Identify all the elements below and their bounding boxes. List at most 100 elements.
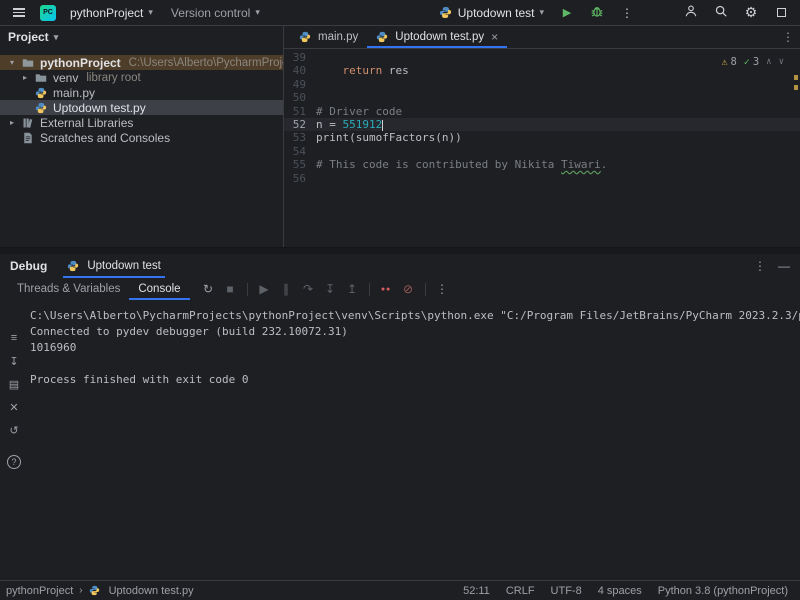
pause-icon[interactable]: ∥ (276, 280, 297, 298)
tree-item-scratches-and-consoles[interactable]: Scratches and Consoles (0, 130, 283, 145)
project-tool-window: Project ▾ ▾pythonProjectC:\Users\Alberto… (0, 26, 284, 247)
error-stripe-mark[interactable] (794, 75, 798, 80)
vcs-selector[interactable]: Version control ▾ (167, 3, 264, 23)
profile-button[interactable] (680, 3, 702, 23)
chevron-down-icon: ▾ (255, 7, 260, 18)
tool-window-options-button[interactable]: ⋮ (754, 259, 766, 273)
code-line[interactable]: 54 (284, 145, 800, 158)
tree-item-hint: library root (86, 72, 140, 84)
close-icon[interactable]: × (491, 30, 498, 44)
debug-button[interactable] (586, 3, 608, 23)
warnings-indicator: ⚠ 8 (721, 56, 736, 69)
console-line: 1016960 (30, 340, 800, 356)
step-out-icon[interactable]: ↥ (342, 280, 363, 298)
caret-position[interactable]: 52:11 (463, 585, 490, 597)
interpreter[interactable]: Python 3.8 (pythonProject) (658, 585, 788, 597)
main-menu-button[interactable] (8, 3, 30, 23)
file-encoding[interactable]: UTF-8 (551, 585, 582, 597)
tree-item-external-libraries[interactable]: ▸External Libraries (0, 115, 283, 130)
scroll-to-end-icon[interactable]: ↧ (5, 353, 23, 369)
hide-tool-window-button[interactable]: — (778, 259, 790, 273)
titlebar: PC pythonProject ▾ Version control ▾ Upt… (0, 0, 800, 26)
next-problem-button[interactable]: ∨ (779, 56, 784, 69)
code-line[interactable]: 56 (284, 172, 800, 185)
more-vertical-icon: ⋮ (754, 259, 766, 273)
code-line[interactable]: 53print(sumofFactors(n)) (284, 131, 800, 144)
breadcrumb: pythonProject › Uptodown test.py (6, 584, 194, 597)
breadcrumb-project[interactable]: pythonProject (6, 585, 73, 597)
step-over-icon[interactable]: ↷ (298, 280, 319, 298)
tab-console[interactable]: Console (129, 278, 189, 300)
code-editor[interactable]: 3940 return res495051# Driver code52n = … (284, 49, 800, 247)
python-file-icon (89, 584, 103, 597)
editor-tab-uptodown-test-py[interactable]: Uptodown test.py × (367, 26, 507, 48)
search-button[interactable] (710, 3, 732, 23)
code-line[interactable]: 51# Driver code (284, 105, 800, 118)
line-number: 52 (284, 118, 316, 131)
print-icon[interactable]: ▤ (5, 376, 23, 392)
chevron-right-icon[interactable]: ▸ (19, 73, 31, 82)
line-number: 50 (284, 91, 316, 104)
gear-icon: ⚙ (745, 4, 758, 21)
code-token: print(sumofFactors(n)) (316, 131, 462, 144)
breadcrumb-file[interactable]: Uptodown test.py (109, 585, 194, 597)
tree-item-label: main.py (53, 86, 95, 100)
tree-item-uptodown-test-py[interactable]: Uptodown test.py (0, 100, 283, 115)
clear-all-icon[interactable]: ✕ (5, 399, 23, 415)
python-file-icon (35, 86, 49, 99)
pycharm-logo-icon: PC (40, 5, 56, 21)
code-line[interactable]: 49 (284, 78, 800, 91)
help-icon[interactable]: ? (7, 455, 21, 469)
code-line[interactable]: 50 (284, 91, 800, 104)
inspections-widget[interactable]: ⚠ 8 ✓ 3 ∧ ∨ (721, 56, 784, 69)
run-config-selector[interactable]: Uptodown test ▾ (435, 3, 548, 23)
settings-button[interactable]: ⚙ (740, 3, 762, 23)
line-number: 51 (284, 105, 316, 118)
editor-tabbar: main.py Uptodown test.py × ⋮ (284, 26, 800, 49)
maximize-button[interactable] (770, 3, 792, 23)
tree-item-venv[interactable]: ▸venvlibrary root (0, 70, 283, 85)
error-stripe-mark[interactable] (794, 85, 798, 90)
passed-indicator: ✓ 3 (744, 56, 759, 69)
resume-icon[interactable]: ▶ (254, 280, 275, 298)
more-icon[interactable]: ⋮ (432, 280, 453, 298)
horizontal-splitter[interactable] (0, 247, 800, 254)
soft-wrap-icon[interactable]: ≡ (5, 330, 23, 346)
tab-options-button[interactable]: ⋮ (782, 30, 794, 44)
view-breakpoints-icon[interactable]: ●● (376, 280, 397, 298)
tree-item-main-py[interactable]: main.py (0, 85, 283, 100)
line-separator[interactable]: CRLF (506, 585, 535, 597)
console-output[interactable]: C:\Users\Alberto\PycharmProjects\pythonP… (28, 300, 800, 580)
chevron-down-icon[interactable]: ▾ (6, 58, 18, 67)
project-selector[interactable]: pythonProject ▾ (66, 3, 157, 23)
code-line[interactable]: 55# This code is contributed by Nikita T… (284, 158, 800, 171)
stop-icon[interactable]: ■ (220, 280, 241, 298)
prev-problem-button[interactable]: ∧ (766, 56, 771, 69)
rerun-icon[interactable]: ↻ (198, 280, 219, 298)
python-file-icon (67, 260, 81, 273)
indent-style[interactable]: 4 spaces (598, 585, 642, 597)
run-button[interactable]: ▶ (556, 3, 578, 23)
project-panel-header[interactable]: Project ▾ (0, 26, 283, 48)
tab-threads-variables[interactable]: Threads & Variables (8, 278, 129, 300)
chevron-right-icon[interactable]: ▸ (6, 118, 18, 127)
code-text: # Driver code (316, 105, 800, 118)
play-icon: ▶ (563, 6, 571, 19)
tree-item-pythonproject[interactable]: ▾pythonProjectC:\Users\Alberto\PycharmPr… (0, 55, 283, 70)
line-number: 55 (284, 158, 316, 171)
restore-layout-icon[interactable]: ↺ (5, 422, 23, 438)
code-line[interactable]: 52n = 551912 (284, 118, 800, 131)
code-token (316, 64, 343, 77)
code-token: n = (316, 118, 343, 131)
debug-session-tab[interactable]: Uptodown test (63, 254, 165, 278)
step-into-icon[interactable]: ↧ (320, 280, 341, 298)
console-line (30, 356, 800, 372)
console-line: Process finished with exit code 0 (30, 372, 800, 388)
external-lib-icon (22, 116, 36, 129)
tab-label: Console (138, 283, 180, 295)
mute-breakpoints-icon[interactable]: ⊘ (398, 280, 419, 298)
debug-header: Debug Uptodown test ⋮ — (0, 254, 800, 278)
editor-tab-main-py[interactable]: main.py (290, 26, 367, 48)
console-line: C:\Users\Alberto\PycharmProjects\pythonP… (30, 308, 800, 324)
more-actions-button[interactable]: ⋮ (616, 3, 638, 23)
